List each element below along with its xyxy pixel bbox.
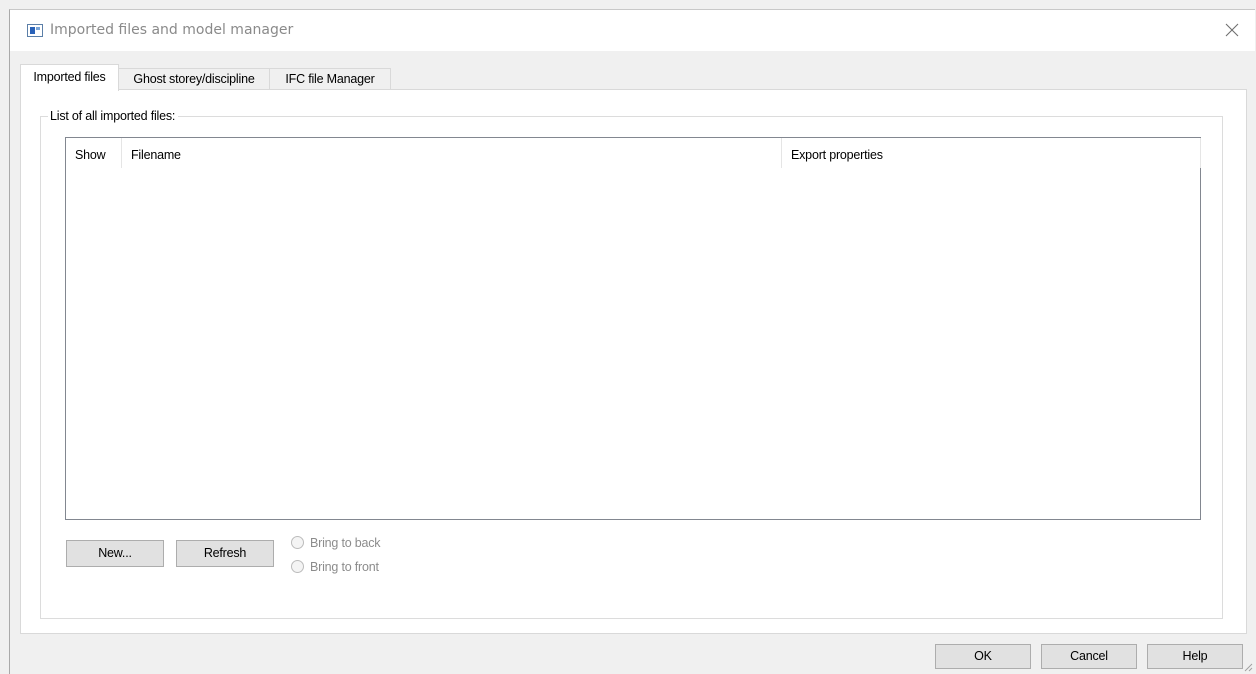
title-bar: Imported files and model manager bbox=[10, 10, 1255, 51]
close-icon bbox=[1225, 23, 1239, 37]
list-header: Show Filename Export properties bbox=[66, 138, 1201, 168]
column-header-filename[interactable]: Filename bbox=[122, 138, 782, 168]
imported-files-panel: List of all imported files: Show Filenam… bbox=[20, 89, 1247, 634]
bring-to-front-label: Bring to front bbox=[310, 560, 379, 574]
imported-files-list[interactable]: Show Filename Export properties bbox=[65, 137, 1201, 520]
help-button[interactable]: Help bbox=[1147, 644, 1243, 669]
bring-to-back-label: Bring to back bbox=[310, 536, 381, 550]
close-button[interactable] bbox=[1217, 16, 1247, 44]
tab-ghost-storey-discipline[interactable]: Ghost storey/discipline bbox=[118, 68, 270, 90]
group-label: List of all imported files: bbox=[48, 108, 179, 124]
refresh-button[interactable]: Refresh bbox=[176, 540, 274, 567]
column-header-show[interactable]: Show bbox=[66, 138, 122, 168]
column-header-export-properties[interactable]: Export properties bbox=[782, 138, 1201, 168]
radio-circle bbox=[291, 536, 304, 549]
tab-imported-files[interactable]: Imported files bbox=[20, 64, 119, 91]
ok-button[interactable]: OK bbox=[935, 644, 1031, 669]
radio-circle bbox=[291, 560, 304, 573]
tab-ifc-file-manager[interactable]: IFC file Manager bbox=[269, 68, 391, 90]
window-title: Imported files and model manager bbox=[50, 22, 294, 38]
new-button[interactable]: New... bbox=[66, 540, 164, 567]
cancel-button[interactable]: Cancel bbox=[1041, 644, 1137, 669]
resize-grip-icon[interactable] bbox=[1243, 662, 1253, 672]
imported-files-group: List of all imported files: Show Filenam… bbox=[40, 108, 1223, 619]
app-window-icon bbox=[27, 24, 43, 37]
dialog-window: Imported files and model manager Importe… bbox=[9, 9, 1255, 674]
